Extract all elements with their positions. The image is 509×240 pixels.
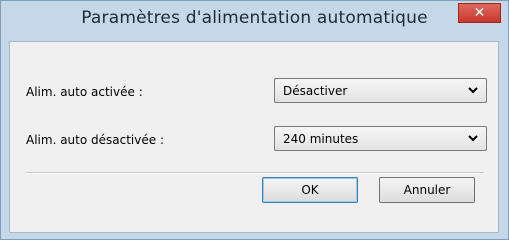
cancel-button[interactable]: Annuler: [379, 177, 475, 203]
auto-power-off-label: Alim. auto désactivée :: [26, 133, 164, 147]
auto-power-off-value: 240 minutes: [283, 132, 359, 146]
title-bar: Paramètres d'alimentation automatique ✕: [1, 1, 508, 36]
chevron-down-icon: [468, 87, 478, 94]
auto-power-on-label: Alim. auto activée :: [26, 85, 143, 99]
close-button[interactable]: ✕: [458, 3, 501, 23]
auto-power-off-select[interactable]: 240 minutes: [274, 126, 487, 151]
auto-power-settings-dialog: Paramètres d'alimentation automatique ✕ …: [0, 0, 509, 240]
dialog-title: Paramètres d'alimentation automatique: [81, 8, 428, 28]
ok-button[interactable]: OK: [262, 177, 358, 203]
chevron-down-icon: [468, 135, 478, 142]
dialog-body: Alim. auto activée : Désactiver Alim. au…: [9, 41, 499, 233]
auto-power-on-value: Désactiver: [283, 84, 348, 98]
close-icon: ✕: [473, 5, 486, 21]
auto-power-on-select[interactable]: Désactiver: [274, 78, 487, 103]
separator: [26, 172, 484, 174]
